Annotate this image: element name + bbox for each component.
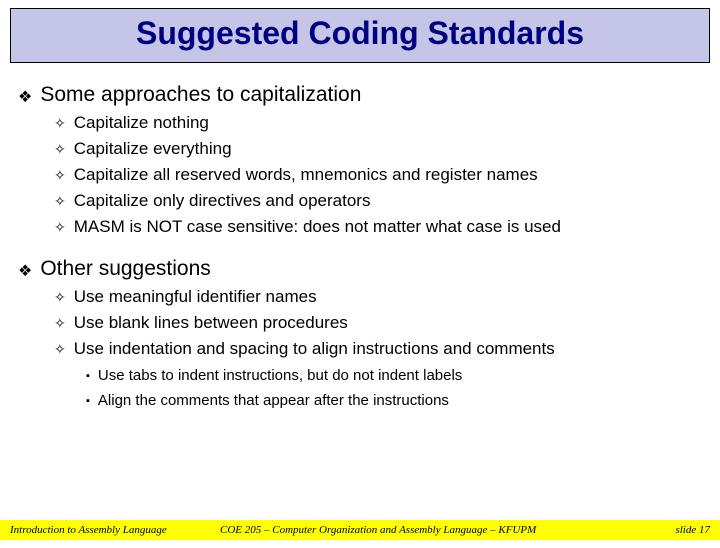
slide-title: Suggested Coding Standards bbox=[11, 15, 709, 52]
sub-item-text: Align the comments that appear after the… bbox=[98, 392, 449, 409]
diamond-open-bullet-icon: ✧ bbox=[54, 141, 66, 158]
list-item: ✧ Capitalize nothing bbox=[54, 113, 702, 133]
list-item: ✧ Capitalize everything bbox=[54, 139, 702, 159]
section-text: Some approaches to capitalization bbox=[40, 83, 361, 107]
sub-item-text: Use tabs to indent instructions, but do … bbox=[98, 367, 462, 384]
item-text: Capitalize nothing bbox=[74, 113, 209, 133]
item-text: Use meaningful identifier names bbox=[74, 287, 317, 307]
item-text: Capitalize only directives and operators bbox=[74, 191, 371, 211]
list-item: ✧ Use meaningful identifier names bbox=[54, 287, 702, 307]
list-item: ✧ Use indentation and spacing to align i… bbox=[54, 339, 702, 359]
diamond-open-bullet-icon: ✧ bbox=[54, 315, 66, 332]
diamond-open-bullet-icon: ✧ bbox=[54, 289, 66, 306]
sub-list-item: ▪ Use tabs to indent instructions, but d… bbox=[86, 367, 702, 384]
diamond-open-bullet-icon: ✧ bbox=[54, 341, 66, 358]
item-text: Use blank lines between procedures bbox=[74, 313, 348, 333]
list-item: ✧ Capitalize all reserved words, mnemoni… bbox=[54, 165, 702, 185]
diamond-open-bullet-icon: ✧ bbox=[54, 115, 66, 132]
diamond-open-bullet-icon: ✧ bbox=[54, 167, 66, 184]
sub-list-item: ▪ Align the comments that appear after t… bbox=[86, 392, 702, 409]
square-bullet-icon: ▪ bbox=[86, 370, 90, 382]
diamond-bullet-icon: ❖ bbox=[18, 87, 32, 107]
slide-content: ❖ Some approaches to capitalization ✧ Ca… bbox=[0, 63, 720, 409]
section-heading: ❖ Some approaches to capitalization bbox=[18, 83, 702, 107]
footer-right: slide 17 bbox=[650, 524, 710, 536]
footer-center: COE 205 – Computer Organization and Asse… bbox=[220, 524, 650, 536]
list-item: ✧ Use blank lines between procedures bbox=[54, 313, 702, 333]
item-text: MASM is NOT case sensitive: does not mat… bbox=[74, 217, 561, 237]
list-item: ✧ MASM is NOT case sensitive: does not m… bbox=[54, 217, 702, 237]
diamond-open-bullet-icon: ✧ bbox=[54, 219, 66, 236]
section-text: Other suggestions bbox=[40, 257, 210, 281]
diamond-bullet-icon: ❖ bbox=[18, 261, 32, 281]
list-item: ✧ Capitalize only directives and operato… bbox=[54, 191, 702, 211]
item-text: Capitalize all reserved words, mnemonics… bbox=[74, 165, 538, 185]
slide-footer: Introduction to Assembly Language COE 20… bbox=[0, 520, 720, 540]
title-bar: Suggested Coding Standards bbox=[10, 8, 710, 63]
item-text: Use indentation and spacing to align ins… bbox=[74, 339, 555, 359]
item-text: Capitalize everything bbox=[74, 139, 232, 159]
footer-left: Introduction to Assembly Language bbox=[10, 524, 220, 536]
square-bullet-icon: ▪ bbox=[86, 395, 90, 407]
diamond-open-bullet-icon: ✧ bbox=[54, 193, 66, 210]
section-heading: ❖ Other suggestions bbox=[18, 257, 702, 281]
